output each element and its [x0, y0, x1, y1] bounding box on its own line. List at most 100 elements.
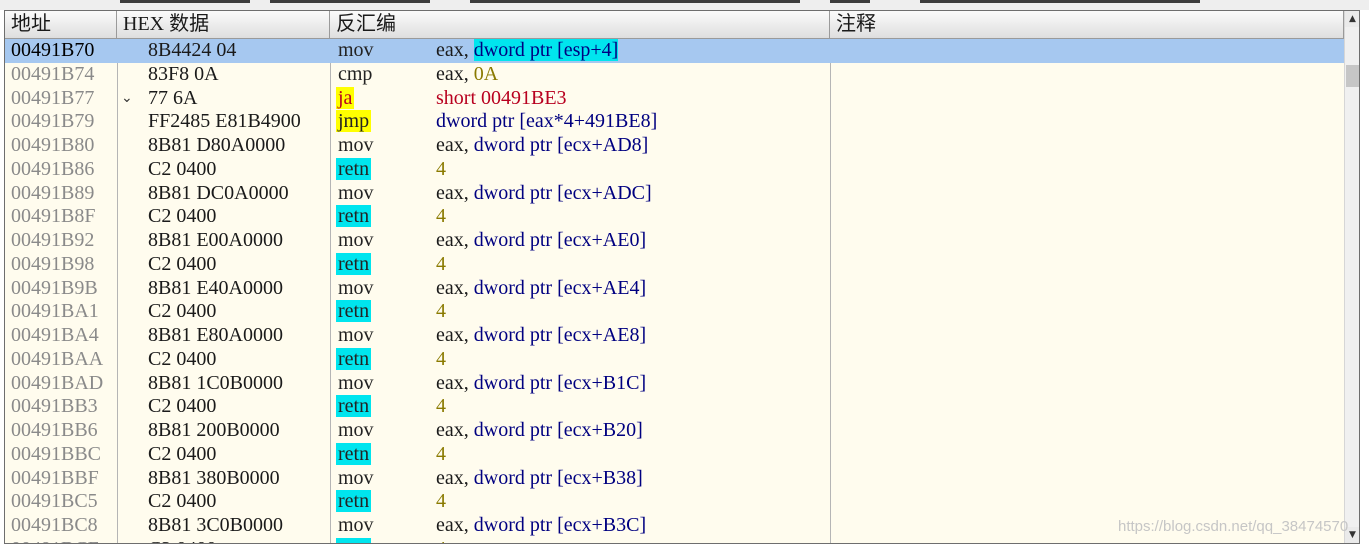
operand-token: 4 [436, 347, 446, 370]
row-address: 00491B86 [11, 157, 95, 180]
row-mnemonic: mov [336, 372, 431, 396]
operand-token: dword ptr [eax*4+491BE8] [436, 110, 658, 133]
row-address: 00491B89 [11, 181, 95, 204]
mnemonic-text: retn [336, 300, 372, 323]
mnemonic-text: retn [336, 395, 372, 418]
row-address: 00491BCE [11, 538, 115, 543]
row-address: 00491B77 [11, 86, 95, 109]
table-row[interactable]: 00491BA4 8B81 E80A0000 mov eax, dword ptr [… [5, 324, 1344, 348]
table-row[interactable]: 00491B92 8B81 E00A0000 mov eax, dword ptr [… [5, 229, 1344, 253]
table-row[interactable]: 00491B70 8B4424 04 mov eax, dword ptr [esp+… [5, 39, 1344, 63]
row-address: 00491BA4 [11, 324, 99, 346]
operand-token: eax, [436, 371, 474, 394]
operand-token: eax, [436, 134, 474, 156]
operand-token: eax, [436, 229, 474, 251]
mnemonic-text: mov [338, 466, 374, 489]
table-row[interactable]: 00491BB6 8B81 200B0000 mov eax, dword ptr [… [5, 419, 1344, 443]
table-row[interactable]: 00491BC5 C2 0400 retn 4 [5, 490, 1344, 514]
mnemonic-text: retn [336, 157, 372, 180]
operand-token: 4 [436, 252, 446, 275]
column-header-hex[interactable]: HEX 数据 [117, 11, 330, 39]
row-operands: eax, 0A [436, 63, 826, 87]
row-hex: 8B81 E40A0000 [148, 276, 283, 299]
row-operands: eax, dword ptr [ecx+AE8] [436, 324, 826, 348]
table-row[interactable]: 00491B86 C2 0400 retn 4 [5, 157, 1344, 182]
row-operands: eax, dword ptr [ecx+AE4] [436, 277, 826, 301]
table-row[interactable]: 00491B89 8B81 DC0A0000 mov eax, dword ptr [… [5, 182, 1344, 206]
jump-arrow-icon: ⌄ [121, 90, 133, 106]
column-header-disasm[interactable]: 反汇编 [330, 11, 830, 39]
mnemonic-text: retn [336, 205, 372, 228]
row-mnemonic: mov [336, 277, 431, 301]
table-row[interactable]: 00491BAA C2 0400 retn 4 [5, 347, 1344, 372]
mnemonic-text: retn [336, 347, 372, 370]
row-operands: 4 [436, 348, 826, 372]
operand-token: 4 [436, 538, 446, 543]
row-operands: 4 [436, 300, 826, 324]
scroll-up-arrow-icon[interactable]: ▲ [1345, 11, 1359, 27]
table-row[interactable]: 00491B80 8B81 D80A0000 mov eax, dword ptr [… [5, 134, 1344, 158]
row-operands: 4 [436, 490, 826, 514]
operand-token: eax, [436, 39, 474, 61]
row-operands: eax, dword ptr [ecx+B38] [436, 467, 826, 491]
mnemonic-text: retn [336, 537, 372, 543]
column-header-comment[interactable]: 注释 [830, 11, 1344, 39]
row-hex: 8B81 3C0B0000 [148, 514, 284, 536]
operand-token: 4 [436, 442, 446, 465]
column-header-address[interactable]: 地址 [5, 11, 117, 39]
row-hex: 8B81 E00A0000 [148, 229, 283, 251]
row-hex: FF2485 E81B4900 [148, 110, 301, 133]
mnemonic-text: mov [338, 134, 374, 156]
row-operands: eax, dword ptr [ecx+B3C] [436, 514, 826, 538]
row-address: 00491B98 [11, 252, 95, 275]
mnemonic-text: retn [336, 442, 372, 465]
table-row[interactable]: 00491B98 C2 0400 retn 4 [5, 252, 1344, 277]
row-mnemonic: mov [336, 182, 431, 206]
row-operands: eax, dword ptr [ecx+AD8] [436, 134, 826, 158]
table-row[interactable]: 00491BAD 8B81 1C0B0000 mov eax, dword ptr [… [5, 372, 1344, 396]
row-mnemonic: mov [336, 419, 431, 443]
table-row[interactable]: 00491BCE C2 0400 retn 4 [5, 537, 1344, 543]
row-hex: 8B81 DC0A0000 [148, 181, 289, 204]
operand-token: dword ptr [ecx+B38] [473, 466, 643, 489]
mnemonic-text: mov [338, 276, 374, 299]
operand-token: dword ptr [ecx+AE8] [473, 324, 647, 346]
scrollbar-thumb[interactable] [1346, 65, 1359, 87]
operand-token: dword ptr [ecx+B3C] [473, 514, 647, 536]
row-hex: 83F8 0A [148, 62, 219, 85]
table-row[interactable]: 00491B9B 8B81 E40A0000 mov eax, dword ptr [… [5, 277, 1344, 301]
row-address: 00491B79 [11, 110, 95, 133]
row-operands: short 00491BE3 [436, 87, 826, 111]
operand-token: 4 [436, 490, 446, 513]
row-mnemonic: retn [336, 442, 431, 467]
table-row[interactable]: 00491BBF 8B81 380B0000 mov eax, dword ptr [… [5, 467, 1344, 491]
operand-token: eax, [436, 514, 474, 536]
column-header: 地址 HEX 数据 反汇编 注释 [5, 11, 1344, 39]
mnemonic-text: cmp [338, 62, 373, 85]
table-row[interactable]: 00491B77 ⌄ 77 6A ja short 00491BE3 [5, 86, 1344, 111]
row-hex: 8B4424 04 [148, 39, 237, 61]
operand-token: dword ptr [esp+4] [473, 39, 619, 61]
row-mnemonic: retn [336, 395, 431, 419]
row-operands: 4 [436, 443, 826, 467]
table-row[interactable]: 00491B74 83F8 0A cmp eax, 0A [5, 63, 1344, 87]
row-hex: C2 0400 [148, 300, 217, 323]
row-hex: C2 0400 [148, 442, 217, 465]
row-hex: 8B81 E80A0000 [148, 324, 283, 346]
disassembly-rows[interactable]: 00491B70 8B4424 04 mov eax, dword ptr [esp+… [5, 39, 1344, 543]
table-row[interactable]: 00491BBC C2 0400 retn 4 [5, 442, 1344, 467]
row-operands: eax, dword ptr [esp+4] [436, 39, 826, 63]
row-mnemonic: mov [336, 134, 431, 158]
row-address: 00491B70 [11, 39, 95, 61]
mnemonic-text: retn [336, 490, 372, 513]
table-row[interactable]: 00491B79 FF2485 E81B4900 jmp dword ptr [eax… [5, 110, 1344, 134]
vertical-scrollbar[interactable]: ▲ ▼ [1344, 11, 1359, 543]
table-row[interactable]: 00491B8F C2 0400 retn 4 [5, 205, 1344, 229]
row-hex: C2 0400 [148, 395, 217, 418]
row-operands: 4 [436, 158, 826, 182]
table-row[interactable]: 00491BA1 C2 0400 retn 4 [5, 300, 1344, 324]
table-row[interactable]: 00491BB3 C2 0400 retn 4 [5, 395, 1344, 419]
row-hex: C2 0400 [148, 157, 217, 180]
row-mnemonic: mov [336, 324, 431, 348]
row-address: 00491BC5 [11, 490, 98, 513]
